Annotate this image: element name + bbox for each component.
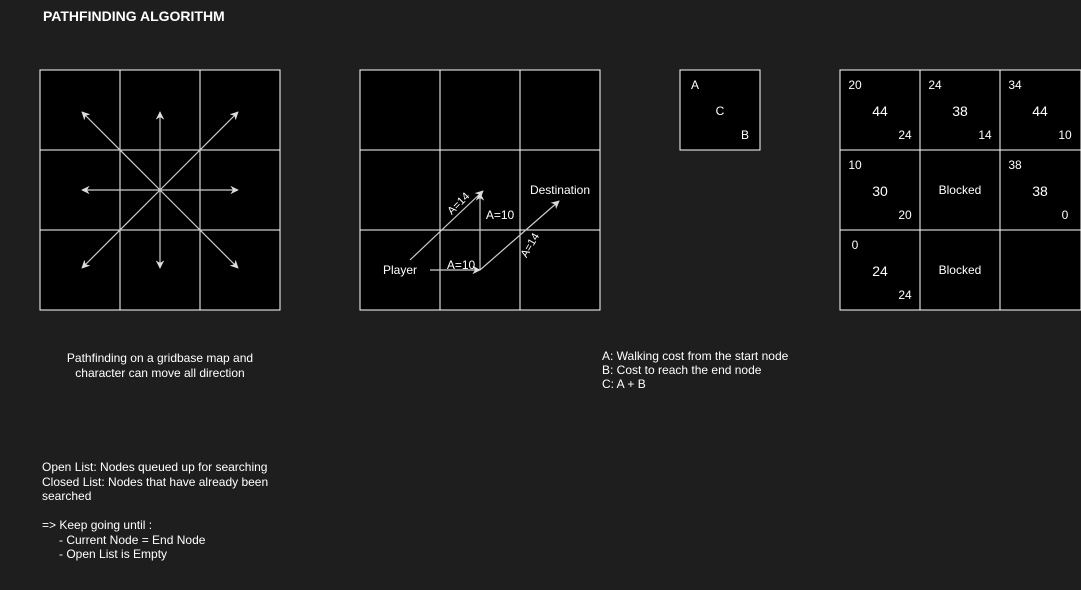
caption-line-1: Pathfinding on a gridbase map and bbox=[66, 351, 254, 365]
cell-cost-b: 24 bbox=[898, 288, 912, 302]
grid-1-caption: Pathfinding on a gridbase map and charac… bbox=[40, 351, 280, 381]
cell-cost-a: 0 bbox=[852, 238, 859, 252]
cell-cost-c: 30 bbox=[872, 183, 888, 199]
player-label: Player bbox=[383, 263, 417, 277]
cell-cost-a: 24 bbox=[928, 78, 942, 92]
closed-list-note: Closed List: Nodes that have already bee… bbox=[42, 474, 269, 489]
legend-c: C: A + B bbox=[602, 377, 646, 391]
grid-2-path-costs: Player Destination A=14 A=10 A=10 A=14 bbox=[359, 69, 601, 311]
cell-cost-a: 10 bbox=[848, 158, 862, 172]
cell-cost-a: 34 bbox=[1008, 78, 1022, 92]
cost-legend: A: Walking cost from the start node B: C… bbox=[602, 349, 788, 391]
open-list-note: Open List: Nodes queued up for searching bbox=[42, 460, 268, 474]
cell-cost-b: 24 bbox=[898, 128, 912, 142]
legend-box: A C B bbox=[679, 69, 761, 151]
closed-list-note-cont: searched bbox=[42, 489, 92, 503]
legend-a: A: Walking cost from the start node bbox=[602, 349, 789, 363]
cell-cost-c: 44 bbox=[872, 103, 888, 119]
cell-cost-c: 44 bbox=[1032, 103, 1048, 119]
cell-cost-b: 0 bbox=[1062, 208, 1069, 222]
cell-cost-a: 20 bbox=[848, 78, 862, 92]
cost-horizontal: A=10 bbox=[447, 258, 476, 272]
condition-1: - Current Node = End Node bbox=[59, 532, 206, 547]
cell-cost-a: 38 bbox=[1008, 158, 1022, 172]
cost-vertical: A=10 bbox=[486, 208, 515, 222]
cost-grid: 20 44 24 24 38 14 34 44 10 10 30 20 Blocked 38 38 0 0 24 2… bbox=[839, 69, 1081, 311]
cell-cost-b: 20 bbox=[898, 208, 912, 222]
legend-box-b: B bbox=[741, 128, 749, 142]
cell-cost-b: 10 bbox=[1058, 128, 1072, 142]
legend-box-a: A bbox=[691, 78, 699, 92]
cell-cost-c: 24 bbox=[872, 263, 888, 279]
cell-cost-c: 38 bbox=[952, 103, 968, 119]
condition-2: - Open List is Empty bbox=[59, 547, 168, 561]
cell-cost-b: 14 bbox=[978, 128, 992, 142]
legend-box-c: C bbox=[716, 104, 725, 118]
cell-cost-c: 38 bbox=[1032, 183, 1048, 199]
cell-blocked: Blocked bbox=[939, 263, 982, 277]
keep-going-note: => Keep going until : bbox=[42, 518, 153, 532]
grid-1-movement bbox=[39, 69, 281, 311]
cell-blocked: Blocked bbox=[939, 183, 982, 197]
algorithm-notes: Open List: Nodes queued up for searching… bbox=[42, 460, 268, 562]
destination-label: Destination bbox=[530, 183, 590, 197]
caption-line-2: character can move all direction bbox=[75, 366, 245, 380]
legend-b: B: Cost to reach the end node bbox=[602, 363, 762, 377]
